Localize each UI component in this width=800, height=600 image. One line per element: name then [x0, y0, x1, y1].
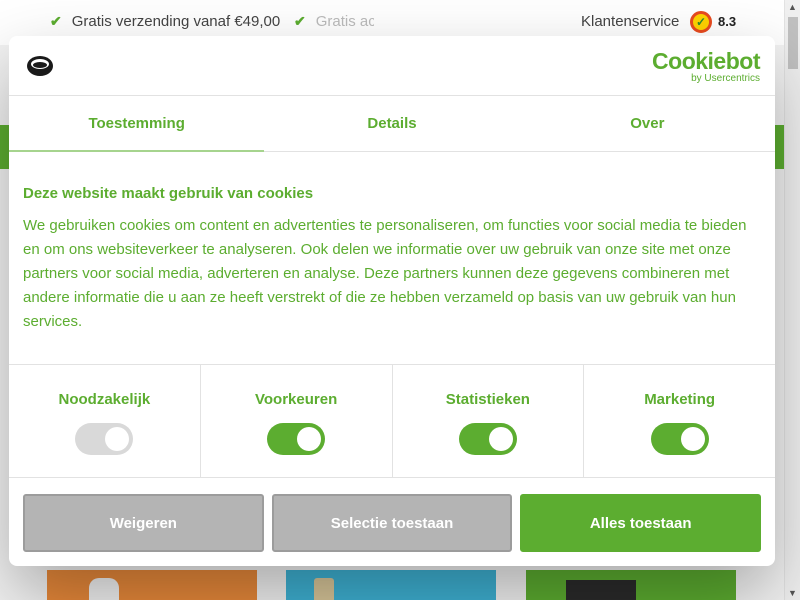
allow-selection-button[interactable]: Selectie toestaan — [271, 494, 513, 552]
toggle-knob — [297, 427, 322, 451]
check-icon: ✔ — [50, 13, 62, 29]
usp-label: Gratis verzending vanaf €49,00 — [71, 13, 281, 30]
product-tile[interactable] — [526, 570, 736, 600]
consent-body: We gebruiken cookies om content en adver… — [23, 217, 747, 330]
rating-value: 8.3 — [718, 14, 737, 29]
tab-details[interactable]: Details — [264, 96, 519, 151]
consent-buttons: Weigeren Selectie toestaan Alles toestaa… — [9, 478, 775, 566]
category-label: Noodzakelijk — [58, 391, 151, 408]
customer-service-link[interactable]: Klantenservice — [581, 13, 679, 30]
usp-second: ✔ Gratis ac — [294, 13, 374, 30]
category-label: Marketing — [644, 391, 716, 408]
usp-label: Gratis ac — [315, 13, 374, 30]
product-image — [566, 580, 636, 600]
provider-name: Cookiebot — [652, 48, 760, 74]
category-toggles: Noodzakelijk Voorkeuren Statistieken Mar… — [9, 365, 775, 478]
site-logo-icon — [25, 54, 55, 83]
toggle-knob — [488, 427, 513, 451]
check-badge-icon: ✓ — [690, 11, 712, 33]
necessary-toggle[interactable] — [75, 423, 134, 455]
statistics-toggle[interactable] — [458, 423, 517, 455]
scroll-up-icon[interactable]: ▲ — [788, 2, 797, 12]
toggle-knob — [105, 427, 130, 451]
page-scrollbar[interactable]: ▲ ▼ — [784, 0, 800, 600]
dialog-tabs: Toestemming Details Over — [9, 96, 775, 152]
product-image — [89, 578, 119, 600]
tab-over[interactable]: Over — [520, 96, 775, 151]
scroll-thumb[interactable] — [788, 17, 798, 69]
check-icon: ✔ — [294, 13, 306, 29]
provider-subtitle: by Usercentrics — [691, 73, 760, 84]
deny-button[interactable]: Weigeren — [23, 494, 264, 552]
product-image — [314, 578, 334, 600]
marketing-toggle[interactable] — [650, 423, 709, 455]
consent-content: Deze website maakt gebruik van cookies W… — [9, 152, 775, 365]
dialog-header: Cookiebot by Usercentrics — [9, 36, 775, 96]
usp-free-shipping: ✔ Gratis verzending vanaf €49,00 — [50, 13, 280, 30]
preferences-toggle[interactable] — [267, 423, 326, 455]
category-marketing: Marketing — [584, 365, 775, 477]
consent-heading: Deze website maakt gebruik van cookies — [23, 185, 314, 202]
category-necessary: Noodzakelijk — [9, 365, 201, 477]
product-tile[interactable] — [47, 570, 257, 600]
category-label: Voorkeuren — [255, 391, 338, 408]
toggle-knob — [680, 427, 705, 451]
scroll-down-icon[interactable]: ▼ — [788, 588, 797, 598]
allow-all-button[interactable]: Alles toestaan — [520, 494, 762, 552]
category-preferences: Voorkeuren — [201, 365, 393, 477]
category-statistics: Statistieken — [393, 365, 585, 477]
cookie-consent-dialog: Cookiebot by Usercentrics Toestemming De… — [9, 36, 775, 566]
product-tile[interactable] — [286, 570, 496, 600]
cookiebot-logo[interactable]: Cookiebot by Usercentrics — [652, 49, 760, 84]
tab-toestemming[interactable]: Toestemming — [9, 96, 265, 152]
category-label: Statistieken — [445, 391, 530, 408]
